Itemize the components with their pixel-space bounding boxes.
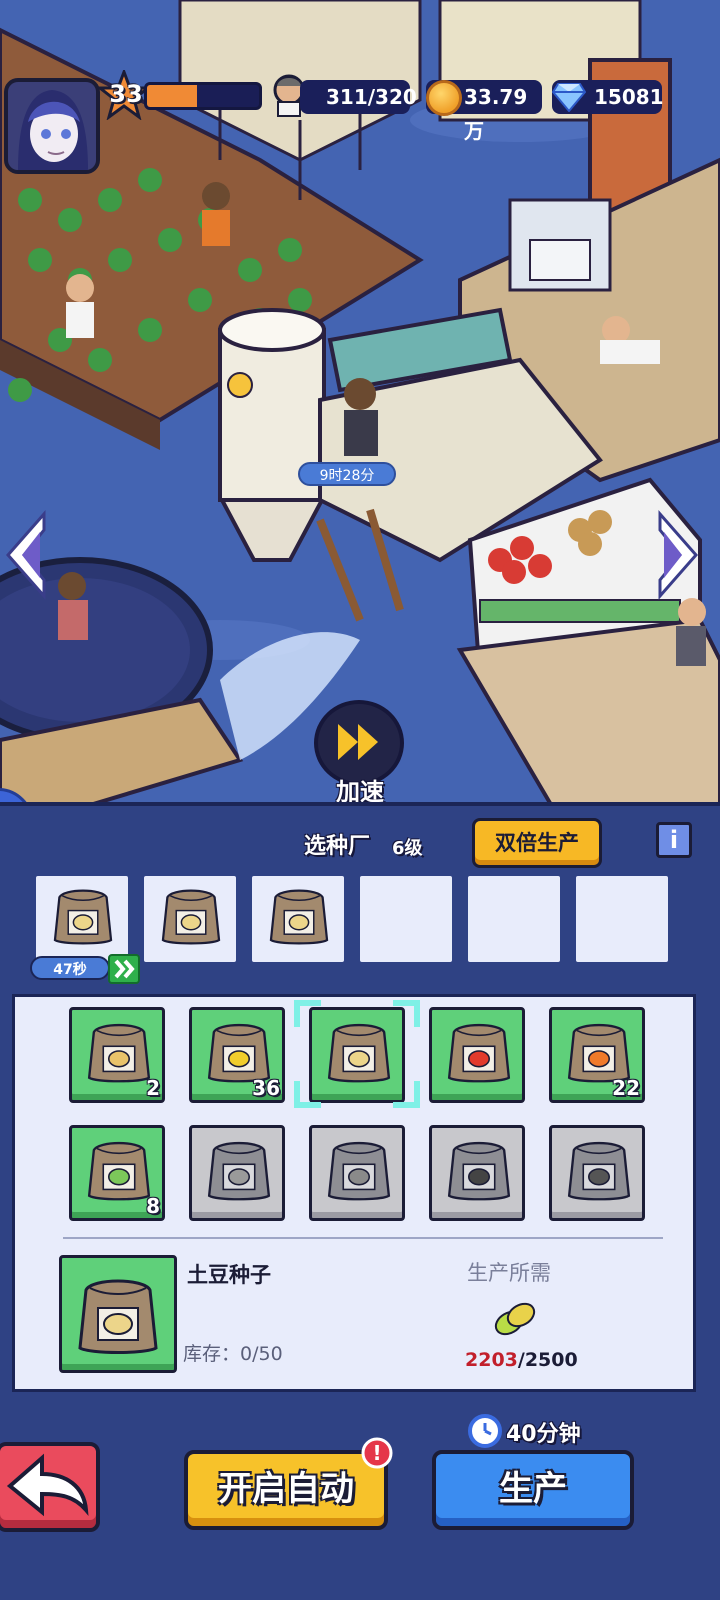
grid-divider: [63, 1237, 663, 1239]
queue-slot[interactable]: [468, 876, 560, 962]
alert-badge-icon: !: [361, 1437, 393, 1469]
potato-seed-bag-icon: [268, 884, 330, 950]
population-counter[interactable]: 311/320: [300, 80, 417, 114]
player-avatar[interactable]: [4, 78, 100, 174]
avatar-portrait: [8, 82, 96, 170]
selected-seed-name: 土豆种子: [187, 1263, 271, 1287]
xp-progress-fill: [147, 85, 198, 107]
selected-seed-stock: 库存：0/50: [183, 1343, 283, 1365]
potato-seed-bag-icon: [160, 884, 222, 950]
coin-icon: [426, 80, 462, 116]
pumpkin-seed-bag-icon: [326, 1136, 392, 1206]
building-name: 选种厂: [304, 834, 371, 859]
cabbage-seed-bag-icon: [86, 1136, 152, 1206]
info-button[interactable]: i: [656, 822, 692, 858]
scene-background: [0, 0, 720, 820]
chevron-left-icon[interactable]: [4, 510, 48, 600]
seed-selection-grid: 2 36 22 8 土豆种子 库存：0/50 生产所需 2203/2500: [12, 994, 696, 1392]
selection-brackets: [294, 1000, 420, 1108]
seed-card[interactable]: 8: [69, 1125, 165, 1221]
queue-slot[interactable]: [36, 876, 128, 962]
auto-production-button[interactable]: 开启自动: [184, 1450, 388, 1530]
pepper-seed-bag-icon: [446, 1136, 512, 1206]
tomato-seed-bag-icon: [446, 1018, 512, 1088]
queue-slot[interactable]: [252, 876, 344, 962]
seed-card[interactable]: 36: [189, 1007, 285, 1103]
alert-mark: !: [372, 1441, 381, 1465]
queue-slot[interactable]: [144, 876, 236, 962]
production-panel: 选种厂 6级 双倍生产 i 47秒 2 36 22 8 土豆种子 库存：0/50…: [0, 802, 720, 1600]
seed-resource-icon: [494, 1302, 536, 1336]
seed-count: 22: [612, 1076, 640, 1100]
production-duration: 40分钟: [506, 1422, 581, 1447]
seed-card[interactable]: [429, 1007, 525, 1103]
back-button[interactable]: [0, 1442, 100, 1532]
seed-card[interactable]: 2: [69, 1007, 165, 1103]
clock-hands: [483, 1423, 492, 1436]
queue-slot[interactable]: [360, 876, 452, 962]
seed-count: 8: [146, 1194, 160, 1218]
potato-seed-bag-icon: [52, 884, 114, 950]
game-scene[interactable]: 33 311/320 33.79万 15081 9时28分 加速: [0, 0, 720, 820]
requirement-title: 生产所需: [467, 1261, 551, 1285]
requirement-have: 2203: [465, 1349, 518, 1371]
seed-card[interactable]: [309, 1125, 405, 1221]
chevron-right-icon[interactable]: [656, 510, 700, 600]
wheat-seed-bag-icon: [86, 1018, 152, 1088]
seed-count: 36: [252, 1076, 280, 1100]
clock-icon: [468, 1414, 502, 1448]
fast-forward-icon: [338, 724, 378, 760]
building-level: 6级: [392, 838, 423, 859]
potato-seed-bag-icon: [78, 1279, 158, 1354]
eggplant-seed-bag-icon: [566, 1136, 632, 1206]
seed-count: 2: [146, 1076, 160, 1100]
skip-queue-button[interactable]: [108, 954, 140, 984]
garlic-seed-bag-icon: [206, 1136, 272, 1206]
double-production-button[interactable]: 双倍生产: [472, 818, 602, 868]
requirement-need: /2500: [517, 1349, 578, 1371]
double-chevron-right-icon: [114, 959, 135, 979]
requirement-amount: 2203/2500: [465, 1349, 578, 1371]
building-timer: 9时28分: [298, 462, 396, 486]
seed-card[interactable]: [189, 1125, 285, 1221]
queue-slot[interactable]: [576, 876, 668, 962]
player-level: 33: [109, 80, 143, 108]
seed-card[interactable]: [549, 1125, 645, 1221]
back-arrow-icon: [6, 1453, 89, 1517]
seed-card[interactable]: [429, 1125, 525, 1221]
queue-timer: 47秒: [30, 956, 110, 980]
diamond-icon: [552, 83, 586, 112]
xp-progress-bar: [144, 82, 262, 110]
selected-seed-card: [59, 1255, 177, 1373]
produce-button[interactable]: 生产: [432, 1450, 634, 1530]
seed-card[interactable]: 22: [549, 1007, 645, 1103]
